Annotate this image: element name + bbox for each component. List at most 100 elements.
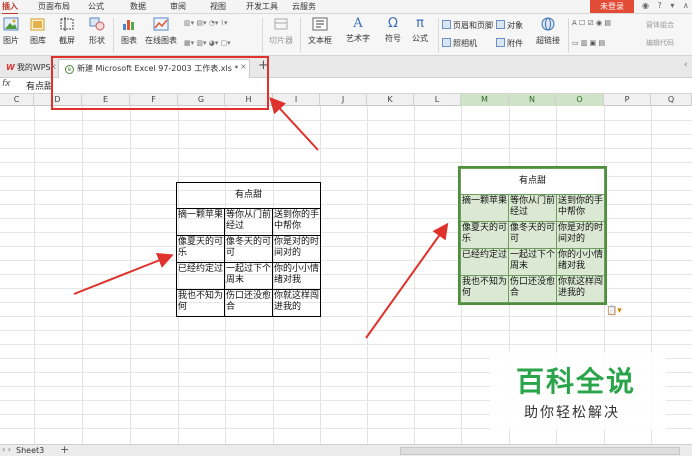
menu-insert[interactable]: 插入	[2, 1, 18, 15]
menu-developer[interactable]: 开发工具	[246, 1, 278, 13]
column-header[interactable]: K	[367, 94, 414, 106]
menu-bar: 插入 页面布局 公式 数据 审阅 视图 开发工具 云服务 未登录 ◉ ? ▾ ∧	[0, 0, 692, 15]
menu-page-layout[interactable]: 页面布局	[38, 1, 70, 13]
table-row: 已经约定过 一起过下个周末 你的小小情绪对我	[460, 248, 605, 276]
column-header[interactable]: P	[604, 94, 651, 106]
chart-type-row-2[interactable]: ▦▾ ▥▾ ◕▾ ▢▾	[184, 39, 231, 47]
table-row: 有点甜	[176, 182, 321, 209]
table-cell[interactable]: 一起过下个周末	[508, 248, 557, 276]
table-cell[interactable]: 我也不知为何	[176, 289, 225, 317]
table-cell[interactable]: 你就这样闯进我的	[272, 289, 321, 317]
table-cell[interactable]: 像冬天的可可	[508, 221, 557, 249]
source-table[interactable]: 有点甜 摘一颗苹果 等你从门前经过 送到你的手中帮你 像夏天的可乐 像冬天的可可…	[176, 182, 321, 317]
symbol-button[interactable]: Ω 符号	[380, 14, 406, 44]
chart-type-row-1[interactable]: ▥▾ ▤▾ ◔▾ ⌇▾	[184, 19, 227, 27]
shape-button[interactable]: 形状	[85, 14, 109, 46]
table-row: 摘一颗苹果 等你从门前经过 送到你的手中帮你	[176, 208, 321, 236]
tab-my-wps[interactable]: W 我的WPS	[0, 59, 51, 78]
menu-formula[interactable]: 公式	[88, 1, 104, 13]
textbox-button[interactable]: 文本框	[304, 14, 336, 46]
table-cell[interactable]: 你就这样闯进我的	[556, 275, 605, 303]
top-right-icons[interactable]: ◉ ? ▾ ∧	[642, 1, 692, 10]
sheet-nav-icon[interactable]: ‹ ›	[2, 445, 11, 454]
form-group-button[interactable]: 窗体组合	[646, 20, 674, 30]
table-cell[interactable]: 送到你的手中帮你	[556, 194, 605, 222]
slicer-button[interactable]: 切片器	[268, 14, 294, 46]
table-cell[interactable]: 你的小小情绪对我	[272, 262, 321, 290]
table-cell[interactable]: 像夏天的可乐	[460, 221, 509, 249]
grid-line	[414, 106, 415, 444]
tab-scroll-icon[interactable]: ‹	[684, 60, 688, 70]
table-cell[interactable]: 已经约定过	[460, 248, 509, 276]
column-header[interactable]: Q	[651, 94, 692, 106]
column-header[interactable]: O	[556, 94, 604, 106]
table-title-cell[interactable]: 有点甜	[176, 182, 321, 209]
login-button[interactable]: 未登录	[590, 0, 634, 13]
column-header[interactable]: C	[0, 94, 34, 106]
table-cell[interactable]: 我也不知为何	[460, 275, 509, 303]
object-button[interactable]: 对象	[496, 20, 523, 31]
menu-view[interactable]: 视图	[210, 1, 226, 13]
sheet-tab[interactable]: Sheet3	[16, 445, 44, 456]
camera-button[interactable]: 照相机	[442, 38, 477, 49]
pasted-table[interactable]: 有点甜 摘一颗苹果 等你从门前经过 送到你的手中帮你 像夏天的可乐 像冬天的可可…	[458, 166, 607, 305]
form-controls-row-2[interactable]: ▭ ▥ ▣ ▤	[572, 39, 605, 47]
column-header[interactable]: L	[414, 94, 461, 106]
column-header[interactable]: I	[273, 94, 320, 106]
watermark-subtitle: 助你轻松解决	[524, 405, 620, 421]
attachment-button[interactable]: 附件	[496, 38, 523, 49]
column-header[interactable]: N	[509, 94, 556, 106]
column-header[interactable]: J	[320, 94, 367, 106]
picture-icon	[0, 17, 22, 33]
online-chart-button[interactable]: 在线图表	[142, 14, 180, 46]
attachment-icon	[496, 38, 505, 47]
formula-button[interactable]: π 公式	[408, 14, 432, 44]
table-cell[interactable]: 伤口还没愈合	[224, 289, 273, 317]
table-cell[interactable]: 送到你的手中帮你	[272, 208, 321, 236]
table-cell[interactable]: 像夏天的可乐	[176, 235, 225, 263]
form-controls-row-1[interactable]: A ☐ ☑ ◉ ▤	[572, 19, 611, 27]
column-header[interactable]: M	[461, 94, 509, 106]
table-row: 我也不知为何 伤口还没愈合 你就这样闯进我的	[460, 275, 605, 303]
screenshot-icon	[55, 17, 79, 33]
table-cell[interactable]: 等你从门前经过	[508, 194, 557, 222]
screenshot-button[interactable]: 截屏	[55, 14, 79, 46]
gallery-icon	[27, 17, 49, 33]
shape-icon	[85, 17, 109, 33]
chart-button[interactable]: 图表	[118, 14, 140, 46]
paste-options-icon[interactable]: 📋▾	[606, 306, 622, 316]
table-cell[interactable]: 你是对的时间对的	[272, 235, 321, 263]
formula-input[interactable]: 有点甜	[26, 79, 53, 92]
fx-icon[interactable]: fx	[2, 79, 11, 89]
table-title-cell[interactable]: 有点甜	[460, 168, 605, 195]
table-cell[interactable]: 伤口还没愈合	[508, 275, 557, 303]
header-footer-button[interactable]: 页眉和页脚	[442, 20, 493, 31]
ribbon-separator	[438, 18, 439, 52]
table-cell[interactable]: 你是对的时间对的	[556, 221, 605, 249]
picture-button[interactable]: 图片	[0, 14, 22, 46]
table-cell[interactable]: 你的小小情绪对我	[556, 248, 605, 276]
horizontal-scrollbar[interactable]	[400, 447, 680, 455]
gallery-button[interactable]: 图库	[27, 14, 49, 46]
table-row: 有点甜	[460, 168, 605, 195]
table-cell[interactable]: 一起过下个周末	[224, 262, 273, 290]
add-sheet-icon[interactable]: +	[60, 443, 69, 456]
menu-cloud[interactable]: 云服务	[292, 1, 316, 13]
table-cell[interactable]: 摘一颗苹果	[176, 208, 225, 236]
table-cell[interactable]: 摘一颗苹果	[460, 194, 509, 222]
edit-code-button[interactable]: 编辑代码	[646, 38, 674, 48]
table-row: 摘一颗苹果 等你从门前经过 送到你的手中帮你	[460, 194, 605, 222]
symbol-icon: Ω	[388, 16, 398, 31]
grid-line	[0, 148, 692, 149]
table-cell[interactable]: 已经约定过	[176, 262, 225, 290]
online-chart-icon	[142, 17, 180, 33]
grid-line	[0, 330, 692, 331]
menu-review[interactable]: 审阅	[170, 1, 186, 13]
table-cell[interactable]: 像冬天的可可	[224, 235, 273, 263]
menu-data[interactable]: 数据	[130, 1, 146, 13]
table-row: 像夏天的可乐 像冬天的可可 你是对的时间对的	[460, 221, 605, 249]
table-cell[interactable]: 等你从门前经过	[224, 208, 273, 236]
wordart-button[interactable]: A 艺术字	[340, 14, 376, 44]
ribbon-separator	[113, 18, 114, 52]
hyperlink-button[interactable]: 超链接	[532, 14, 564, 46]
